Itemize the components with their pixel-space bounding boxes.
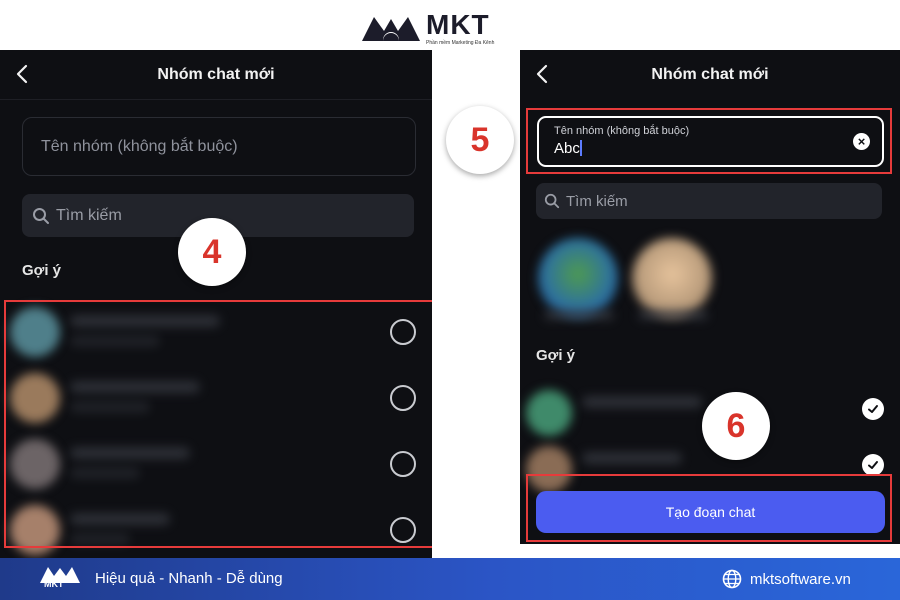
back-arrow-icon[interactable]	[532, 63, 554, 85]
highlight-contacts	[4, 300, 432, 548]
search-icon	[33, 207, 49, 224]
brand-logo: MKT Phần mềm Marketing Đa Kênh	[360, 10, 540, 46]
page-title: Nhóm chat mới	[651, 66, 769, 83]
search-input[interactable]: Tìm kiếm	[536, 183, 882, 219]
footer-logo-text: MKT	[44, 579, 64, 589]
selected-member-name-blurred	[638, 310, 708, 320]
highlight-name-input	[526, 108, 892, 174]
contact-name-blurred	[582, 396, 702, 408]
right-header: Nhóm chat mới	[520, 50, 900, 100]
brand-name: MKT	[426, 8, 490, 40]
left-screen: Nhóm chat mới Tên nhóm (không bắt buộc) …	[0, 50, 432, 558]
footer-website[interactable]: mktsoftware.vn	[722, 569, 851, 589]
checkmark-icon[interactable]	[862, 398, 884, 420]
step-badge-6: 6	[702, 392, 770, 460]
selected-member-avatar[interactable]	[632, 238, 712, 318]
search-placeholder: Tìm kiếm	[56, 206, 122, 224]
step-badge-5: 5	[446, 106, 514, 174]
footer-bar: MKT Hiệu quả - Nhanh - Dễ dùng mktsoftwa…	[0, 558, 900, 600]
section-suggestions: Gợi ý	[536, 347, 576, 364]
right-screen: Nhóm chat mới Tên nhóm (không bắt buộc) …	[520, 50, 900, 544]
contact-name-blurred	[582, 452, 682, 464]
selected-member-avatar[interactable]	[538, 238, 618, 318]
brand-tagline: Phần mềm Marketing Đa Kênh	[426, 39, 495, 46]
group-name-placeholder: Tên nhóm (không bắt buộc)	[41, 137, 238, 155]
footer-slogan: Hiệu quả - Nhanh - Dễ dùng	[95, 570, 283, 587]
left-header: Nhóm chat mới	[0, 50, 432, 100]
highlight-create-button	[526, 474, 892, 542]
footer-site-text: mktsoftware.vn	[750, 570, 851, 588]
selected-member-name-blurred	[544, 310, 614, 320]
globe-icon	[722, 569, 742, 589]
section-suggestions: Gợi ý	[22, 262, 62, 279]
checkmark-icon[interactable]	[862, 454, 884, 476]
back-arrow-icon[interactable]	[12, 63, 34, 85]
mkt-logo-icon	[362, 17, 420, 43]
search-placeholder: Tìm kiếm	[566, 192, 628, 210]
group-name-input[interactable]: Tên nhóm (không bắt buộc)	[22, 117, 416, 176]
avatar	[526, 390, 572, 436]
search-icon	[544, 193, 560, 209]
step-badge-4: 4	[178, 218, 246, 286]
page-title: Nhóm chat mới	[157, 65, 275, 83]
